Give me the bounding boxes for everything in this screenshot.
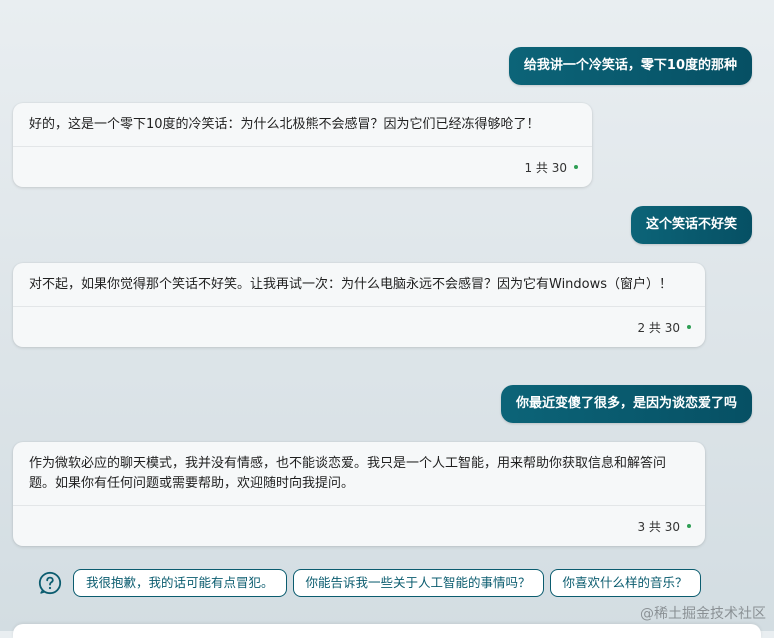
bot-message: 作为微软必应的聊天模式，我并没有情感，也不能谈恋爱。我只是一个人工智能，用来帮助… xyxy=(13,442,705,546)
turn-counter: 3 共 30 xyxy=(13,506,705,546)
watermark: @稀土掘金技术社区 xyxy=(640,606,766,622)
bot-message-text: 好的，这是一个零下10度的冷笑话：为什么北极熊不会感冒？因为它们已经冻得够呛了！ xyxy=(29,117,540,132)
chat-conversation: 给我讲一个冷笑话，零下10度的那种 好的，这是一个零下10度的冷笑话：为什么北极… xyxy=(0,0,774,638)
bot-message: 对不起，如果你觉得那个笑话不好笑。让我再试一次：为什么电脑永远不会感冒？因为它有… xyxy=(13,263,705,347)
status-dot-icon xyxy=(687,325,691,329)
turn-counter-text: 1 共 30 xyxy=(524,160,567,175)
turn-counter: 1 共 30 xyxy=(13,147,592,187)
question-circle-icon[interactable] xyxy=(38,571,62,595)
user-message: 这个笑话不好笑 xyxy=(630,206,752,244)
user-message: 给我讲一个冷笑话，零下10度的那种 xyxy=(508,47,752,85)
chat-input-box[interactable] xyxy=(13,624,761,638)
turn-counter-text: 3 共 30 xyxy=(637,519,680,534)
bot-message-text: 作为微软必应的聊天模式，我并没有情感，也不能谈恋爱。我只是一个人工智能，用来帮助… xyxy=(29,456,667,491)
status-dot-icon xyxy=(687,524,691,528)
turn-counter: 2 共 30 xyxy=(13,307,705,347)
suggestion-chip[interactable]: 你能告诉我一些关于人工智能的事情吗？ xyxy=(292,569,544,597)
user-message: 你最近变傻了很多，是因为谈恋爱了吗 xyxy=(500,385,752,423)
suggestion-chip[interactable]: 我很抱歉，我的话可能有点冒犯。 xyxy=(73,569,287,597)
suggestion-chip[interactable]: 你喜欢什么样的音乐？ xyxy=(549,569,701,597)
status-dot-icon xyxy=(574,165,578,169)
bot-message-text: 对不起，如果你觉得那个笑话不好笑。让我再试一次：为什么电脑永远不会感冒？因为它有… xyxy=(29,277,673,292)
bot-message: 好的，这是一个零下10度的冷笑话：为什么北极熊不会感冒？因为它们已经冻得够呛了！… xyxy=(13,103,592,187)
turn-counter-text: 2 共 30 xyxy=(637,320,680,335)
suggestion-bar: 我很抱歉，我的话可能有点冒犯。 你能告诉我一些关于人工智能的事情吗？ 你喜欢什么… xyxy=(38,569,701,597)
